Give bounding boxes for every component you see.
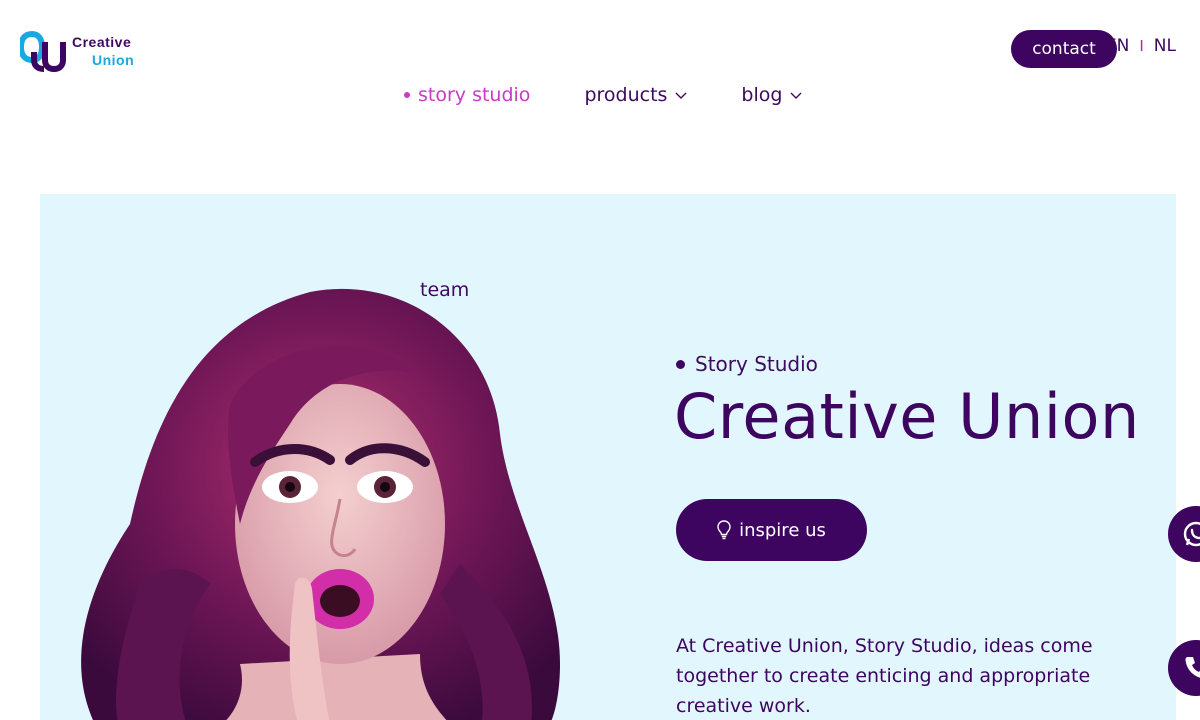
- inspire-us-label: inspire us: [739, 519, 826, 541]
- eyebrow-text: Story Studio: [695, 352, 818, 376]
- nav-item-label: story studio: [418, 84, 531, 106]
- hero-eyebrow: Story Studio: [676, 352, 818, 376]
- logo-wordmark: Creative Union: [72, 33, 134, 69]
- nav-item-label: products: [584, 84, 668, 106]
- whatsapp-icon: [1183, 521, 1200, 547]
- lang-separator: I: [1139, 37, 1144, 55]
- contact-button[interactable]: contact: [1011, 30, 1117, 68]
- nav-item-label: blog: [741, 84, 783, 106]
- nav-item-blog[interactable]: blog: [741, 84, 802, 106]
- hero-headline: Creative Union: [674, 380, 1140, 453]
- inspire-us-button[interactable]: inspire us: [676, 499, 867, 561]
- hero-portrait-image: [81, 288, 560, 720]
- eyebrow-dot: [676, 359, 685, 369]
- nav-item-story-studio[interactable]: story studio: [404, 84, 530, 106]
- chevron-down-icon: [790, 92, 802, 99]
- logo-line1: Creative: [72, 34, 132, 50]
- nav-item-products[interactable]: products: [584, 84, 687, 106]
- chevron-down-icon: [675, 92, 687, 99]
- active-dot: [404, 92, 410, 98]
- logo-line2: Union: [92, 52, 135, 68]
- lightbulb-icon: [717, 520, 731, 540]
- hero-body-text: At Creative Union, Story Studio, ideas c…: [676, 635, 1093, 717]
- phone-icon: [1185, 657, 1200, 678]
- main-nav: story studio products blog: [404, 84, 856, 106]
- logo[interactable]: Creative Union: [17, 30, 150, 73]
- hero-section: team Story Studio Creative Union inspire…: [40, 194, 1176, 720]
- creative-union-logo-icon: [17, 30, 66, 73]
- lang-nl[interactable]: NL: [1154, 36, 1176, 56]
